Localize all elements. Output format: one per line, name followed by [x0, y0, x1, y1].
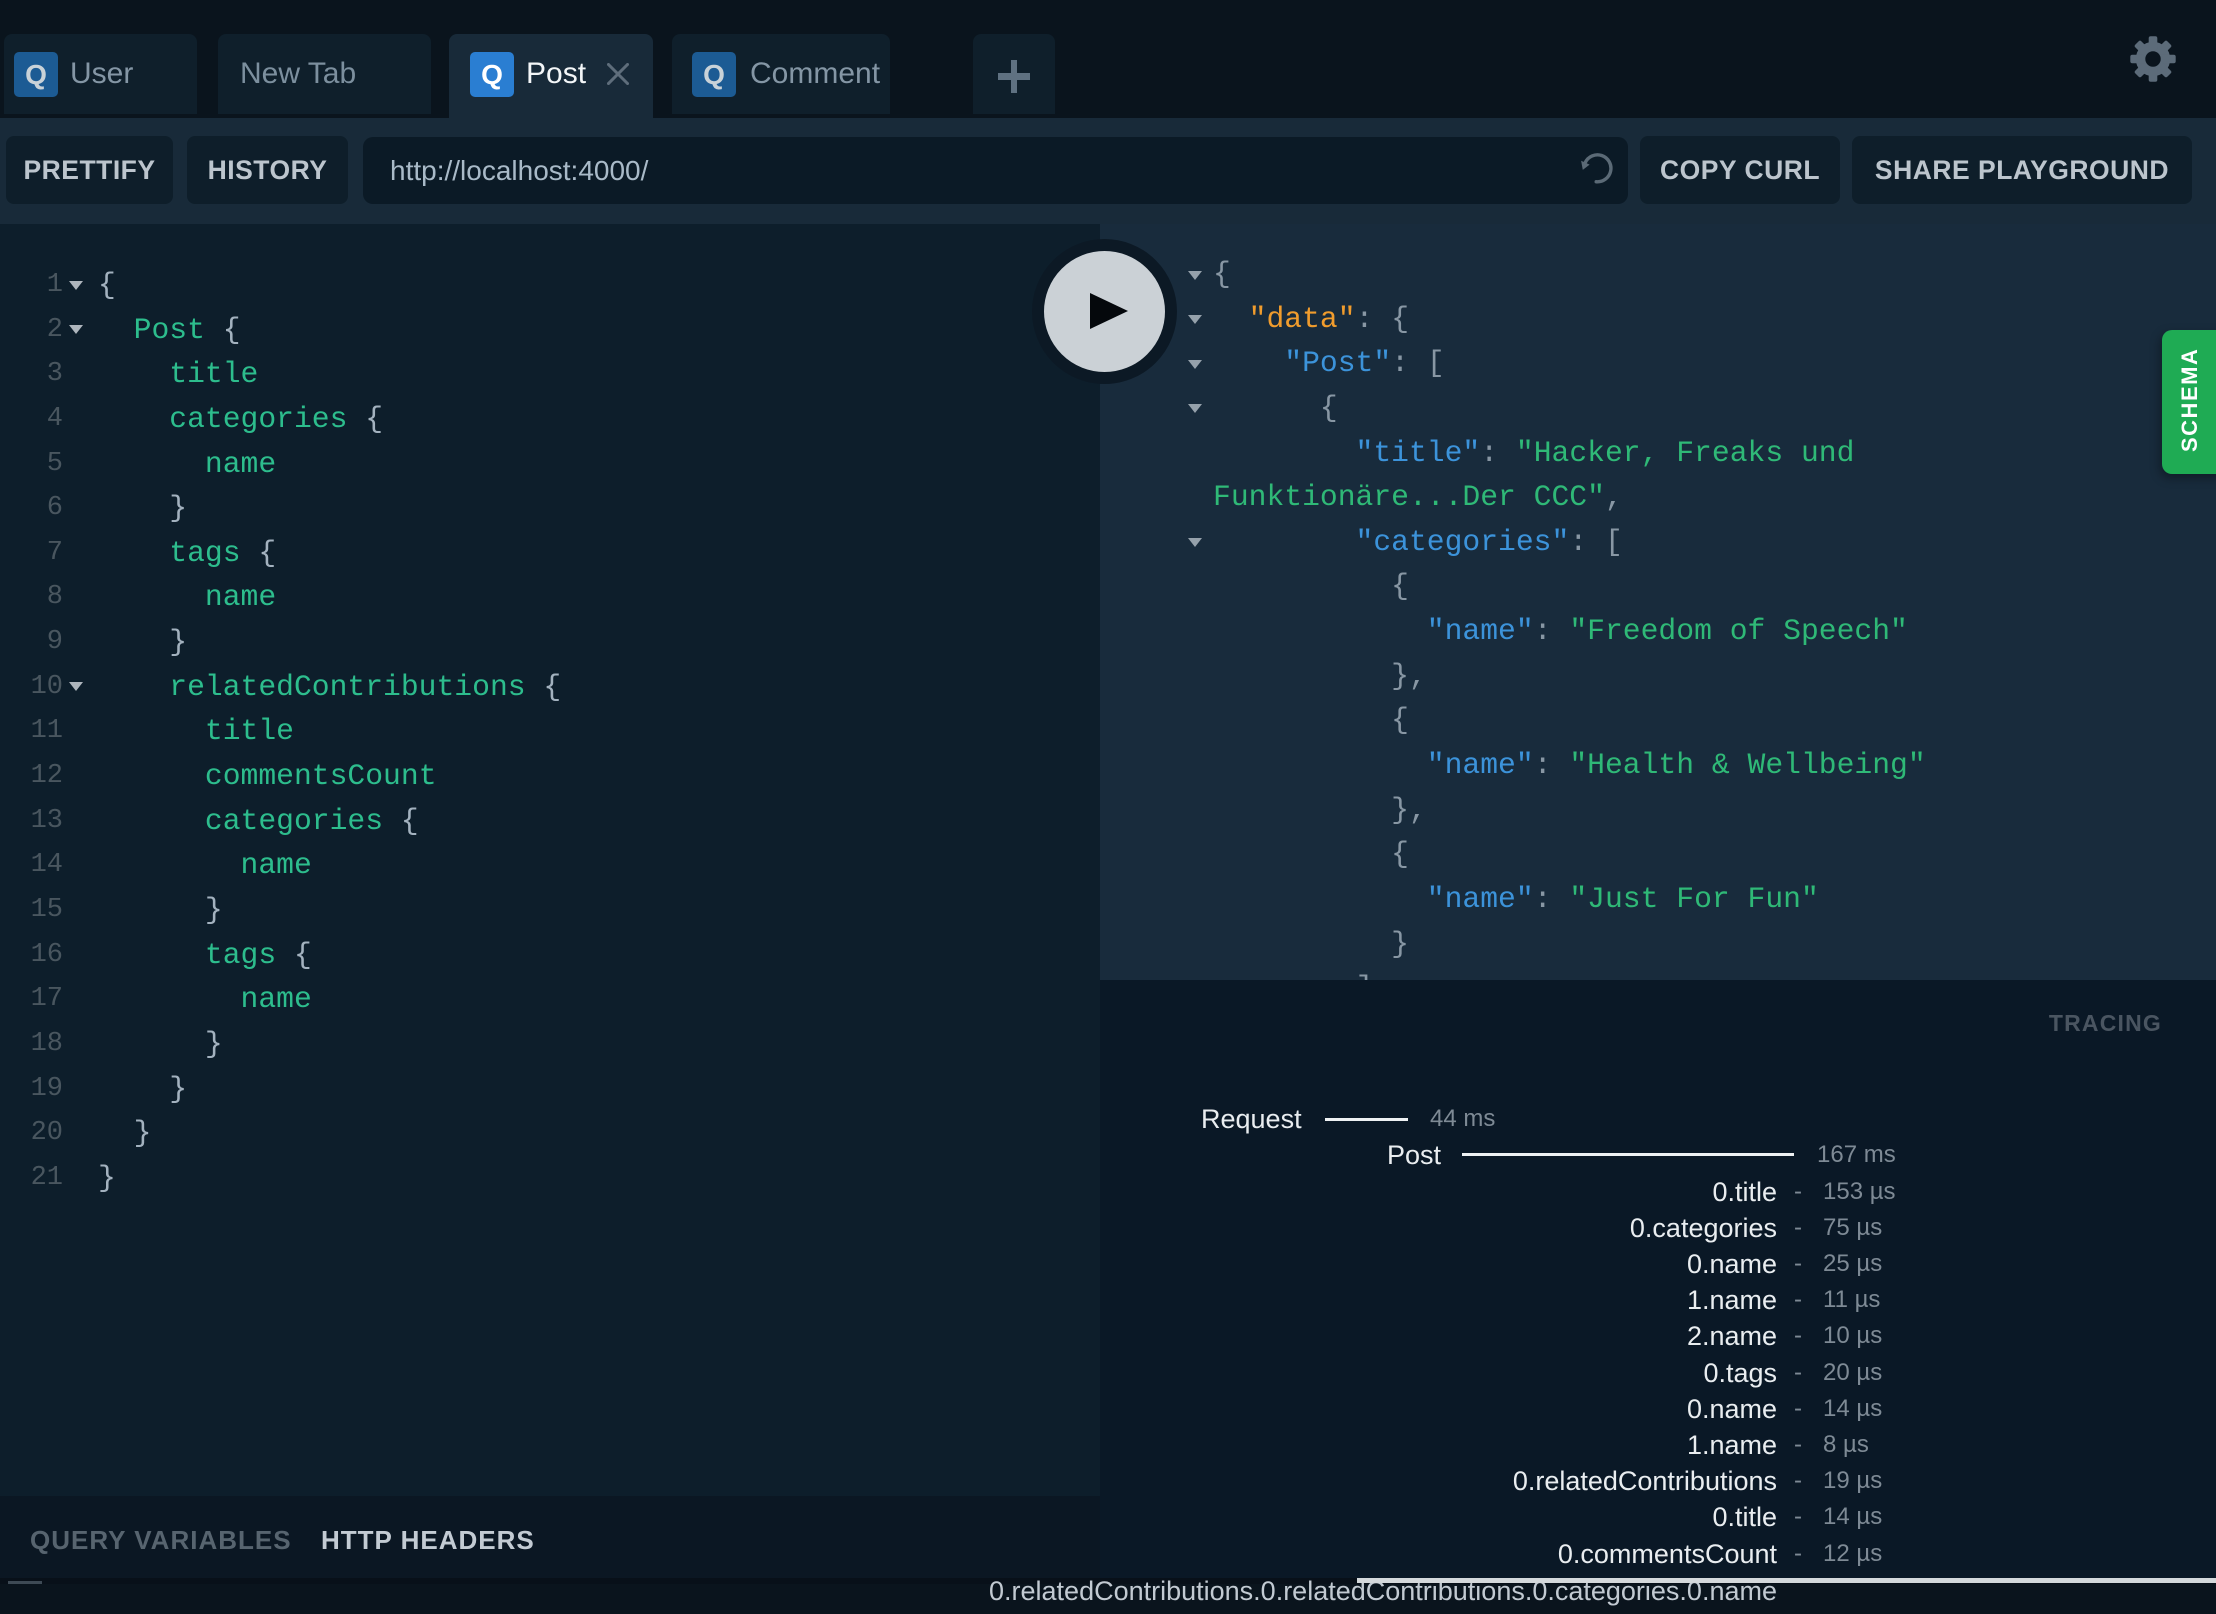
svg-text:SCHEMA: SCHEMA: [2177, 348, 2202, 452]
